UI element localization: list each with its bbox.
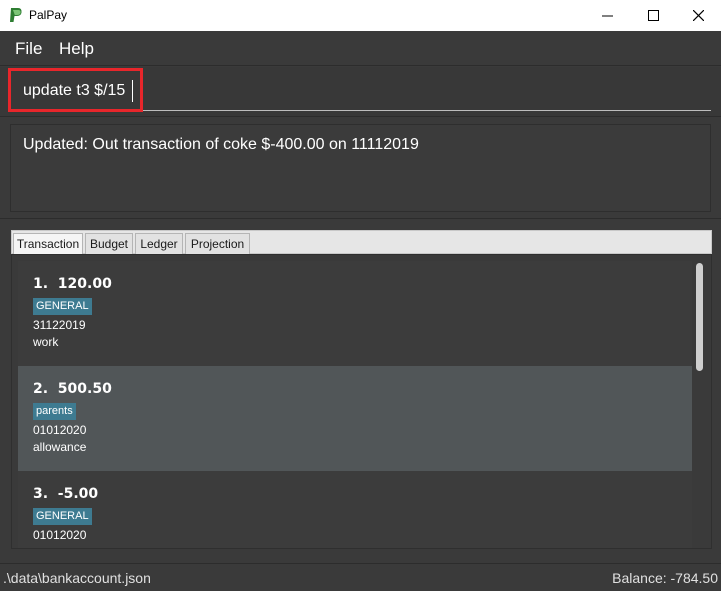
menu-help[interactable]: Help: [59, 39, 94, 59]
transaction-description: allowance: [33, 440, 87, 454]
transaction-amount: 3. -5.00: [33, 486, 99, 502]
close-button[interactable]: [675, 0, 721, 31]
transaction-card[interactable]: 1. 120.00 GENERAL 31122019 work: [18, 261, 692, 366]
transaction-amount: 1. 120.00: [33, 276, 112, 292]
transaction-card-selected[interactable]: 2. 500.50 parents 01012020 allowance: [18, 366, 692, 471]
result-display: Updated: Out transaction of coke $-400.0…: [10, 124, 711, 212]
command-highlight-box: [8, 68, 143, 112]
tab-pane: Transaction Budget Ledger Projection 1. …: [0, 218, 721, 563]
tab-transaction[interactable]: Transaction: [13, 233, 83, 254]
transaction-amount: 2. 500.50: [33, 381, 112, 397]
category-tag: GENERAL: [33, 298, 92, 315]
category-tag: GENERAL: [33, 508, 92, 525]
transaction-date: 31122019: [33, 318, 86, 332]
transaction-card[interactable]: 3. -5.00 GENERAL 01012020: [18, 471, 692, 548]
tab-header: Transaction Budget Ledger Projection: [11, 230, 712, 254]
result-message: Updated: Out transaction of coke $-400.0…: [23, 136, 419, 153]
palpay-logo-icon: [10, 8, 22, 22]
tab-budget[interactable]: Budget: [85, 233, 133, 254]
menu-file[interactable]: File: [15, 39, 42, 59]
transaction-date: 01012020: [33, 423, 87, 437]
category-tag: parents: [33, 403, 76, 420]
data-file-path: .\data\bankaccount.json: [3, 570, 151, 586]
vertical-scrollbar[interactable]: [693, 261, 705, 543]
maximize-button[interactable]: [630, 0, 676, 31]
status-bar: .\data\bankaccount.json Balance: -784.50: [0, 563, 721, 591]
minimize-button[interactable]: [584, 0, 630, 31]
title-bar: PalPay: [0, 0, 721, 31]
tab-projection[interactable]: Projection: [185, 233, 250, 254]
close-icon: [692, 10, 704, 21]
menu-bar: File Help: [0, 31, 721, 66]
tab-ledger[interactable]: Ledger: [135, 233, 183, 254]
balance-display: Balance: -784.50: [612, 570, 718, 586]
minimize-icon: [601, 15, 613, 17]
window-title: PalPay: [29, 8, 68, 22]
scrollbar-thumb[interactable]: [696, 263, 703, 371]
transaction-description: work: [33, 335, 59, 349]
transaction-list[interactable]: 1. 120.00 GENERAL 31122019 work 2. 500.5…: [11, 254, 712, 549]
maximize-icon: [647, 10, 659, 21]
transaction-date: 01012020: [33, 528, 87, 542]
